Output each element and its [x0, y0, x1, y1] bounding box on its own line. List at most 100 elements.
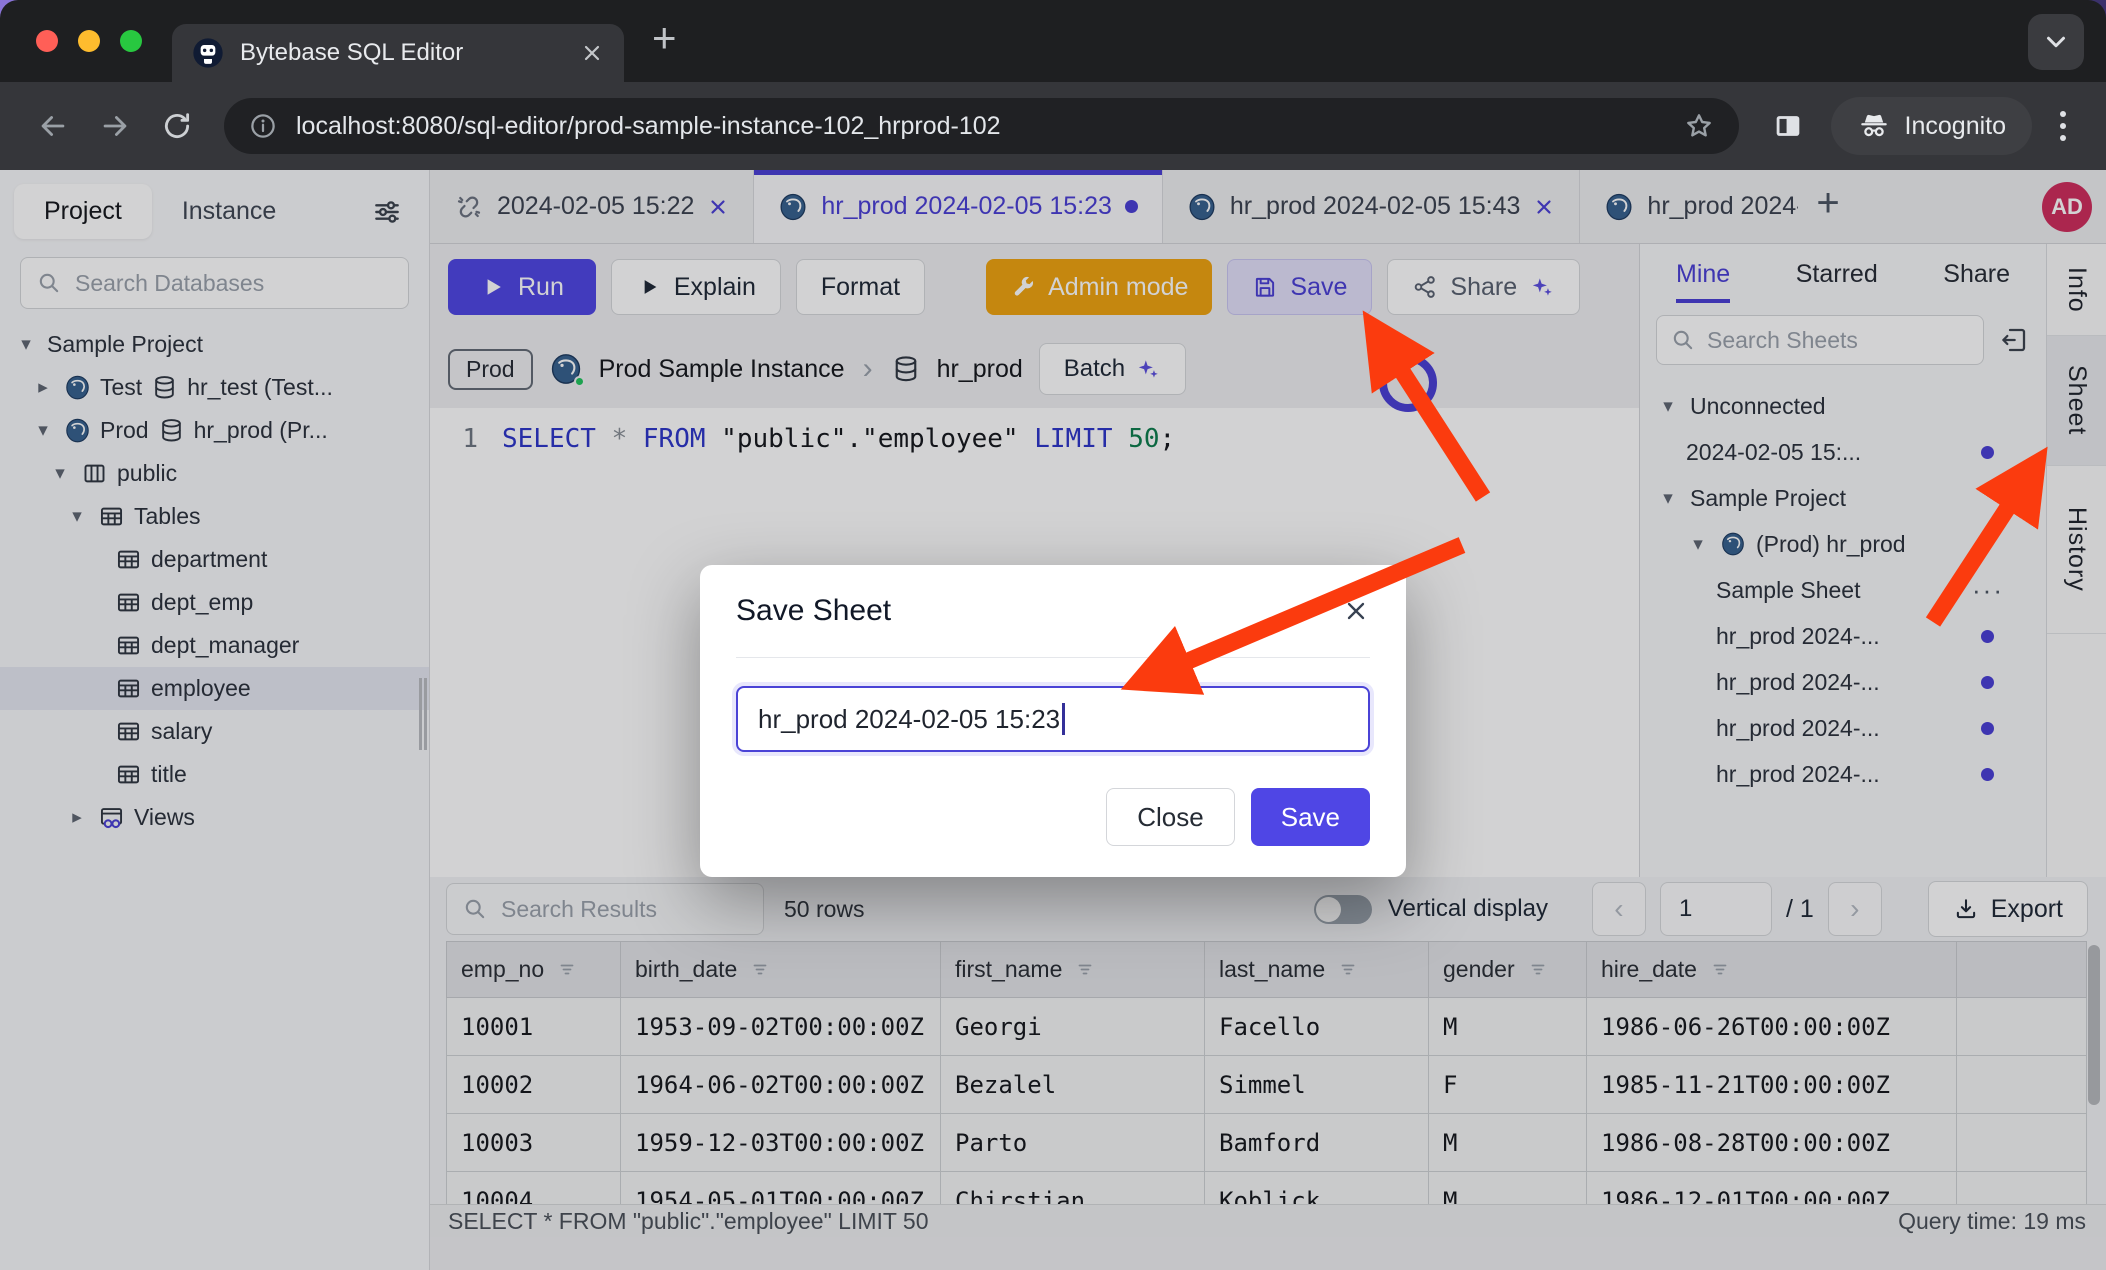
- tree-item-dept-emp[interactable]: dept_emp: [0, 581, 429, 624]
- table-cell[interactable]: M: [1429, 1172, 1587, 1205]
- url-bar[interactable]: localhost:8080/sql-editor/prod-sample-in…: [224, 98, 1739, 154]
- table-cell[interactable]: 1964-06-02T00:00:00Z: [621, 1056, 941, 1114]
- table-cell[interactable]: Parto: [941, 1114, 1205, 1172]
- export-button[interactable]: Export: [1928, 881, 2088, 937]
- tree-item-salary[interactable]: salary: [0, 710, 429, 753]
- sheet-item[interactable]: Sample Sheet···: [1640, 567, 2046, 613]
- tree-item-tables[interactable]: ▾Tables: [0, 495, 429, 538]
- tree-item-sample-project[interactable]: ▾Sample Project: [0, 323, 429, 366]
- tree-expand-arrow[interactable]: ▾: [14, 333, 38, 356]
- tree-expand-arrow[interactable]: ▾: [48, 462, 72, 485]
- sheet-search-input[interactable]: [1707, 327, 1971, 354]
- tree-item-department[interactable]: department: [0, 538, 429, 581]
- table-cell[interactable]: M: [1429, 998, 1587, 1056]
- strip-tab-info[interactable]: Info: [2047, 244, 2106, 336]
- sheet-item[interactable]: ▾Unconnected: [1640, 383, 2046, 429]
- tab-close-icon[interactable]: [580, 41, 604, 65]
- tree-item-views[interactable]: ▸Views: [0, 796, 429, 839]
- column-header-birth_date[interactable]: birth_date: [621, 942, 941, 998]
- results-search[interactable]: [446, 883, 764, 935]
- admin-mode-button[interactable]: Admin mode: [986, 259, 1212, 315]
- table-cell[interactable]: Chirstian: [941, 1172, 1205, 1205]
- database-name[interactable]: hr_prod: [937, 355, 1023, 384]
- table-row[interactable]: 100041954-05-01T00:00:00ZChirstianKoblic…: [447, 1172, 2087, 1205]
- minimize-window-button[interactable]: [78, 30, 100, 52]
- editor-tab-0[interactable]: 2024-02-05 15:22: [430, 170, 754, 243]
- save-button[interactable]: Save: [1227, 259, 1372, 315]
- modal-close-icon[interactable]: [1342, 597, 1370, 625]
- table-cell[interactable]: 10003: [447, 1114, 621, 1172]
- column-header-hire_date[interactable]: hire_date: [1587, 942, 1957, 998]
- sheet-item[interactable]: 2024-02-05 15:...: [1640, 429, 2046, 475]
- editor-tab-2[interactable]: hr_prod 2024-02-05 15:43: [1163, 170, 1581, 243]
- sheet-item[interactable]: ▾(Prod) hr_prod: [1640, 521, 2046, 567]
- strip-tab-history[interactable]: History: [2047, 466, 2106, 634]
- sidebar-tab-project[interactable]: Project: [14, 184, 152, 239]
- column-header-emp_no[interactable]: emp_no: [447, 942, 621, 998]
- browser-new-tab-button[interactable]: +: [652, 17, 677, 65]
- results-table[interactable]: emp_nobirth_datefirst_namelast_namegende…: [446, 941, 2087, 1204]
- table-cell[interactable]: Bamford: [1205, 1114, 1429, 1172]
- sheet-item[interactable]: hr_prod 2024-...: [1640, 659, 2046, 705]
- site-info-icon[interactable]: [248, 111, 278, 141]
- column-header-first_name[interactable]: first_name: [941, 942, 1205, 998]
- avatar[interactable]: AD: [2042, 182, 2092, 232]
- url-text[interactable]: localhost:8080/sql-editor/prod-sample-in…: [296, 112, 1683, 141]
- maximize-window-button[interactable]: [120, 30, 142, 52]
- sidebar-resizer[interactable]: [419, 678, 427, 750]
- table-cell[interactable]: F: [1429, 1056, 1587, 1114]
- prev-page-button[interactable]: ‹: [1592, 882, 1646, 936]
- new-sheet-tab-button[interactable]: +: [1798, 181, 1857, 232]
- next-page-button[interactable]: ›: [1828, 882, 1882, 936]
- share-button[interactable]: Share: [1387, 259, 1580, 315]
- batch-button[interactable]: Batch: [1039, 343, 1186, 395]
- sheet-panel-tab-starred[interactable]: Starred: [1796, 260, 1878, 303]
- table-cell[interactable]: 1959-12-03T00:00:00Z: [621, 1114, 941, 1172]
- tree-item-title[interactable]: title: [0, 753, 429, 796]
- table-cell[interactable]: 1953-09-02T00:00:00Z: [621, 998, 941, 1056]
- modal-close-button[interactable]: Close: [1106, 788, 1234, 846]
- tree-item-prod[interactable]: ▾Prodhr_prod (Pr...: [0, 409, 429, 452]
- bookmark-star-icon[interactable]: [1683, 110, 1715, 142]
- sidebar-tab-instance[interactable]: Instance: [152, 184, 307, 239]
- sheet-panel-tab-share[interactable]: Share: [1943, 260, 2010, 303]
- table-row[interactable]: 100021964-06-02T00:00:00ZBezalelSimmelF1…: [447, 1056, 2087, 1114]
- reload-icon[interactable]: [160, 109, 194, 143]
- sheet-item[interactable]: hr_prod 2024-...: [1640, 613, 2046, 659]
- table-scrollbar[interactable]: [2088, 945, 2100, 1204]
- table-cell[interactable]: 10001: [447, 998, 621, 1056]
- tab-search-button[interactable]: [2028, 14, 2084, 70]
- table-cell[interactable]: 1986-08-28T00:00:00Z: [1587, 1114, 1957, 1172]
- table-cell[interactable]: 10002: [447, 1056, 621, 1114]
- tree-item-test[interactable]: ▸Testhr_test (Test...: [0, 366, 429, 409]
- table-cell[interactable]: Simmel: [1205, 1056, 1429, 1114]
- browser-tab[interactable]: Bytebase SQL Editor: [172, 24, 624, 82]
- tree-collapse-arrow[interactable]: ▸: [31, 376, 55, 399]
- sheet-name-input[interactable]: hr_prod 2024-02-05 15:23: [736, 686, 1370, 752]
- item-menu-icon[interactable]: ···: [1972, 575, 2004, 606]
- tree-item-dept-manager[interactable]: dept_manager: [0, 624, 429, 667]
- side-panel-icon[interactable]: [1771, 109, 1805, 143]
- table-cell[interactable]: 1954-05-01T00:00:00Z: [621, 1172, 941, 1205]
- results-search-input[interactable]: [501, 896, 749, 923]
- sheet-item[interactable]: hr_prod 2024-...: [1640, 751, 2046, 797]
- page-input[interactable]: [1660, 882, 1772, 936]
- tree-expand-arrow[interactable]: ▾: [31, 419, 55, 442]
- editor-tab-3[interactable]: hr_prod 2024-0: [1580, 170, 1798, 243]
- editor-tab-1[interactable]: hr_prod 2024-02-05 15:23: [754, 170, 1163, 243]
- filter-sliders-icon[interactable]: [371, 196, 403, 228]
- table-row[interactable]: 100011953-09-02T00:00:00ZGeorgiFacelloM1…: [447, 998, 2087, 1056]
- tree-item-employee[interactable]: employee: [0, 667, 429, 710]
- tab-close-icon[interactable]: [1533, 196, 1555, 218]
- sheet-item[interactable]: ▾Sample Project: [1640, 475, 2046, 521]
- format-button[interactable]: Format: [796, 259, 925, 315]
- sheet-search[interactable]: [1656, 315, 1984, 365]
- database-search[interactable]: [20, 257, 409, 309]
- strip-tab-sheet[interactable]: Sheet: [2047, 336, 2106, 466]
- tree-expand-arrow[interactable]: ▾: [1686, 533, 1710, 556]
- sheet-item[interactable]: hr_prod 2024-...: [1640, 705, 2046, 751]
- back-icon[interactable]: [36, 109, 70, 143]
- column-header-last_name[interactable]: last_name: [1205, 942, 1429, 998]
- table-cell[interactable]: Koblick: [1205, 1172, 1429, 1205]
- collapse-panel-icon[interactable]: [1998, 324, 2030, 356]
